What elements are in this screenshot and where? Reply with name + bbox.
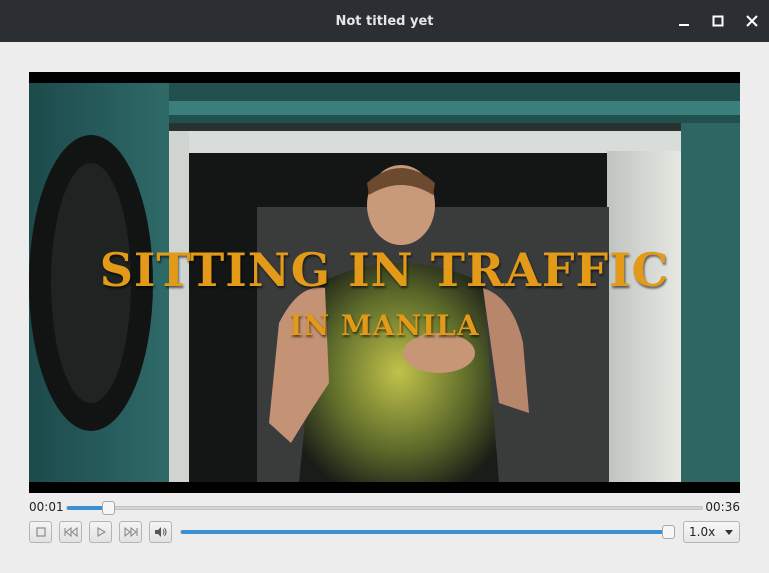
skip-forward-button[interactable] (119, 521, 142, 543)
close-button[interactable] (742, 11, 762, 31)
close-icon (746, 15, 758, 27)
stop-button[interactable] (29, 521, 52, 543)
title-bar: Not titled yet (0, 0, 769, 42)
play-icon (96, 527, 106, 537)
video-frame: SITTING IN TRAFFIC IN MANILA (29, 83, 740, 482)
maximize-button[interactable] (708, 11, 728, 31)
video-caption-title: SITTING IN TRAFFIC (99, 243, 670, 297)
skip-forward-icon (123, 527, 138, 537)
seek-row: 00:01 00:36 (29, 499, 740, 517)
skip-back-button[interactable] (59, 521, 82, 543)
window-title: Not titled yet (335, 13, 434, 29)
speed-select[interactable]: 1.0x (683, 521, 740, 543)
volume-level (181, 530, 668, 534)
video-player[interactable]: SITTING IN TRAFFIC IN MANILA (29, 72, 740, 493)
maximize-icon (712, 15, 724, 27)
volume-button[interactable] (149, 521, 172, 543)
seek-bar[interactable] (66, 501, 703, 515)
speed-value: 1.0x (689, 525, 716, 539)
duration: 00:36 (705, 500, 740, 514)
current-time: 00:01 (29, 500, 64, 514)
minimize-icon (679, 24, 689, 26)
minimize-button[interactable] (674, 11, 694, 31)
video-caption-subtitle: IN MANILA (289, 309, 480, 342)
volume-handle[interactable] (661, 525, 675, 539)
volume-icon (154, 527, 166, 537)
chevron-down-icon (725, 530, 733, 535)
skip-back-icon (63, 527, 78, 537)
stop-icon (35, 527, 46, 537)
volume-slider[interactable] (180, 525, 675, 539)
seek-handle[interactable] (101, 501, 115, 515)
play-button[interactable] (89, 521, 112, 543)
control-bar: 1.0x (29, 521, 740, 543)
